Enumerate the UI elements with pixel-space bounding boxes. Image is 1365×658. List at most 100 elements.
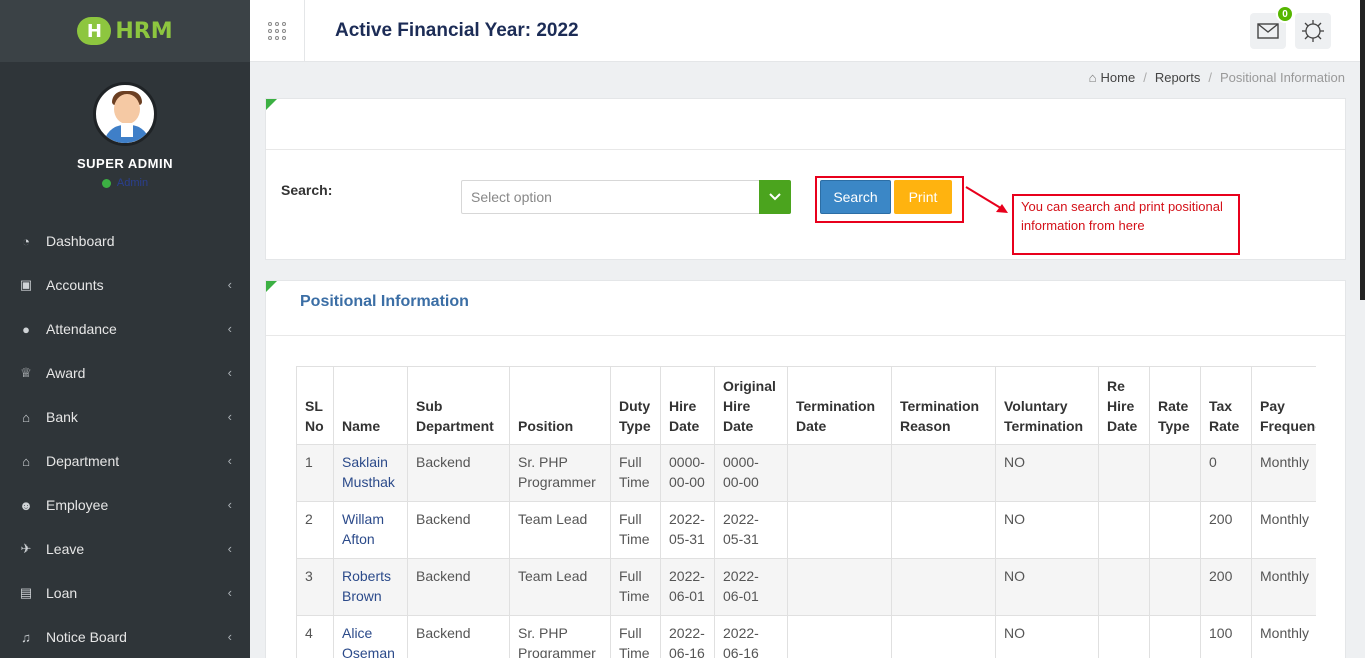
table-cell: 3 [296, 558, 334, 616]
table-cell [1149, 558, 1201, 616]
column-header[interactable]: Hire Date [660, 366, 715, 445]
chevron-left-icon: ‹ [227, 277, 232, 292]
logo-mark: H [77, 17, 112, 45]
sidebar-item-dashboard[interactable]: ◔ Dashboard [0, 219, 250, 263]
print-button[interactable]: Print [894, 180, 952, 214]
dashboard-icon: ◔ [22, 233, 30, 249]
app-logo[interactable]: H HRM [77, 17, 173, 45]
panel-corner-marker [266, 99, 277, 110]
page-title: Active Financial Year: 2022 [335, 20, 579, 41]
sidebar-item-label: Award [46, 365, 86, 381]
online-dot-icon [101, 178, 111, 188]
table-cell: 0000-00-00 [714, 444, 788, 502]
search-label: Search: [281, 182, 333, 198]
column-header[interactable]: SL No [296, 366, 334, 445]
sidebar-item-employee[interactable]: ☻ Employee ‹ [0, 483, 250, 527]
column-header[interactable]: Name [333, 366, 408, 445]
home-icon: ⌂ [1088, 70, 1097, 85]
table-cell: NO [995, 615, 1099, 658]
column-header[interactable]: Duty Type [610, 366, 661, 445]
chevron-down-icon [769, 193, 781, 201]
search-select[interactable]: Select option [461, 180, 791, 214]
logo-text: HRM [115, 18, 173, 44]
apps-grid-button[interactable] [250, 0, 305, 62]
building-icon: ⌂ [22, 453, 30, 469]
table-cell: 200 [1200, 558, 1252, 616]
table-cell [787, 501, 892, 559]
chevron-left-icon: ‹ [227, 453, 232, 468]
sidebar-item-accounts[interactable]: ▣ Accounts ‹ [0, 263, 250, 307]
table-cell [1149, 501, 1201, 559]
sidebar-item-bank[interactable]: ⌂ Bank ‹ [0, 395, 250, 439]
logo-bar: H HRM [0, 0, 250, 62]
breadcrumb-home[interactable]: Home [1101, 70, 1136, 85]
table-cell: 200 [1200, 501, 1252, 559]
sidebar-item-leave[interactable]: ✈ Leave ‹ [0, 527, 250, 571]
chevron-left-icon: ‹ [227, 585, 232, 600]
chevron-left-icon: ‹ [227, 409, 232, 424]
column-header[interactable]: Sub Department [407, 366, 510, 445]
sidebar-item-notice-board[interactable]: ♫ Notice Board ‹ [0, 615, 250, 658]
avatar[interactable] [93, 82, 157, 146]
breadcrumb-reports[interactable]: Reports [1155, 70, 1201, 85]
table-cell: Backend [407, 444, 510, 502]
sidebar-item-label: Employee [46, 497, 109, 513]
gear-icon [1302, 20, 1324, 42]
search-panel: Search: Select option Search Print You c… [265, 98, 1346, 260]
briefcase-icon: ▣ [19, 277, 33, 292]
table-cell: Roberts Brown [333, 558, 408, 616]
page-scrollbar[interactable] [1360, 0, 1365, 300]
top-header: Active Financial Year: 2022 0 [250, 0, 1365, 300]
table-cell: Sr. PHP Programmer [509, 615, 611, 658]
column-header[interactable]: Re Hire Date [1098, 366, 1150, 445]
column-header[interactable]: Termination Date [787, 366, 892, 445]
table-cell [891, 444, 996, 502]
column-header[interactable]: Position [509, 366, 611, 445]
table-cell: NO [995, 558, 1099, 616]
table-cell: Full Time [610, 615, 661, 658]
column-header[interactable]: Tax Rate [1200, 366, 1252, 445]
table-cell: 1 [296, 444, 334, 502]
search-button[interactable]: Search [820, 180, 891, 214]
table-cell: 2022-05-31 [714, 501, 788, 559]
select-dropdown-button[interactable] [759, 180, 791, 214]
table-cell: Monthly [1251, 501, 1316, 559]
sidebar-item-department[interactable]: ⌂ Department ‹ [0, 439, 250, 483]
positional-info-panel: Positional Information SL No Name Sub Depa… [265, 280, 1346, 658]
sidebar-menu: ◔ Dashboard ▣ Accounts ‹ ● Attendance ‹ ♕ Award ‹ ⌂… [0, 219, 250, 658]
settings-button[interactable] [1295, 13, 1331, 49]
column-header[interactable]: Pay Frequency [1251, 366, 1316, 445]
table-cell: Monthly [1251, 615, 1316, 658]
trophy-icon: ♕ [20, 365, 32, 380]
messages-button[interactable]: 0 [1250, 5, 1294, 49]
status-text: Admin [116, 177, 149, 189]
column-header[interactable]: Termination Reason [891, 366, 996, 445]
table-cell: Monthly [1251, 444, 1316, 502]
sidebar-item-loan[interactable]: ▤ Loan ‹ [0, 571, 250, 615]
column-header[interactable]: Original Hire Date [714, 366, 788, 445]
table-cell: 2022-06-01 [660, 558, 715, 616]
table-cell: Saklain Musthak [333, 444, 408, 502]
chevron-left-icon: ‹ [227, 497, 232, 512]
table-cell [1098, 501, 1150, 559]
online-status: Admin [0, 177, 250, 189]
sidebar-item-award[interactable]: ♕ Award ‹ [0, 351, 250, 395]
users-icon: ☻ [19, 497, 33, 513]
sidebar-item-attendance[interactable]: ● Attendance ‹ [0, 307, 250, 351]
panel-title: Positional Information [300, 293, 469, 310]
chevron-left-icon: ‹ [227, 629, 232, 644]
message-count-badge: 0 [1276, 5, 1294, 23]
sidebar-item-label: Leave [46, 541, 85, 557]
table-cell [1098, 558, 1150, 616]
table-cell [1098, 444, 1150, 502]
sidebar-item-label: Accounts [46, 277, 104, 293]
table-cell: 2 [296, 501, 334, 559]
table-cell: 0000-00-00 [660, 444, 715, 502]
table-row: 3 Roberts Brown Backend Team Lead Full Time 2… [296, 558, 1316, 616]
user-profile: SUPER ADMIN Admin [0, 62, 250, 189]
money-icon: ▤ [19, 585, 33, 600]
table-cell: NO [995, 501, 1099, 559]
bank-icon: ⌂ [22, 409, 30, 425]
column-header[interactable]: Rate Type [1149, 366, 1201, 445]
column-header[interactable]: Voluntary Termination [995, 366, 1099, 445]
